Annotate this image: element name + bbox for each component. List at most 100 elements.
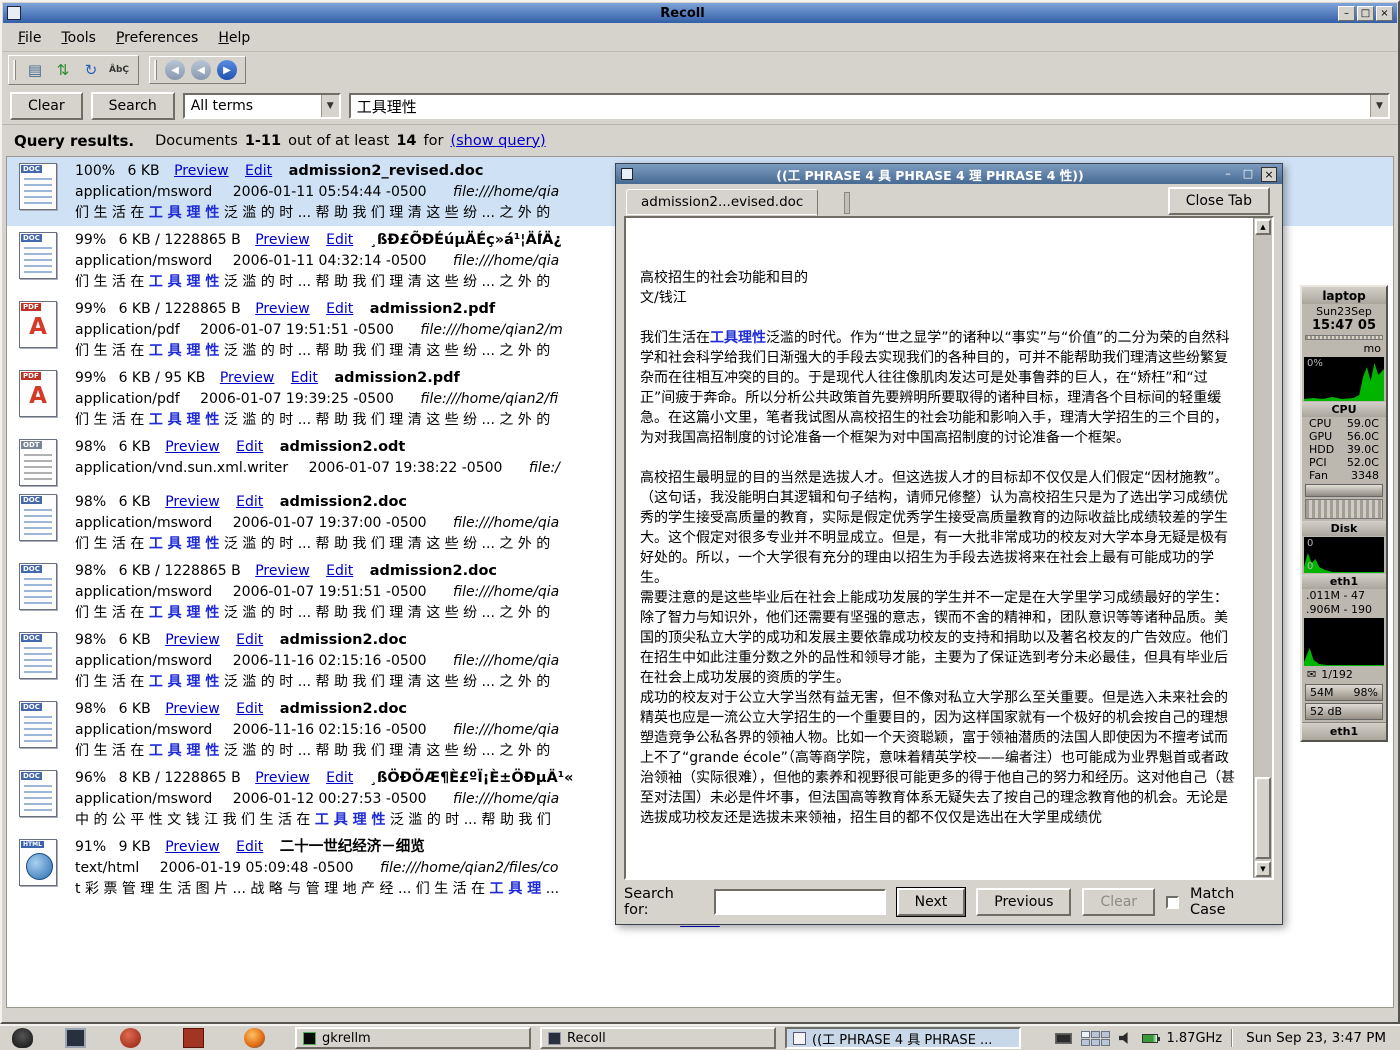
snippet-pre: 们 生 活 在 [75, 412, 149, 428]
clear-button[interactable]: Clear [10, 92, 83, 120]
preview-minimize-button[interactable]: – [1221, 167, 1235, 182]
query-details-icon[interactable]: ▤ [24, 59, 46, 81]
fan-slider[interactable] [1305, 484, 1383, 497]
keyboard-icon[interactable] [1055, 1033, 1072, 1044]
scroll-up-icon[interactable]: ▲ [1255, 219, 1271, 235]
match-case-checkbox[interactable] [1166, 896, 1179, 909]
results-header-range: 1-11 [245, 133, 281, 149]
preview-link[interactable]: Preview [165, 439, 220, 455]
edit-link[interactable]: Edit [326, 301, 353, 317]
sort-icon[interactable]: ⇅ [52, 59, 74, 81]
taskbar-task-button[interactable]: Recoll [540, 1027, 776, 1049]
volume-meter[interactable]: 52 dB [1305, 703, 1383, 720]
edit-link[interactable]: Edit [236, 839, 263, 855]
preview-link[interactable]: Preview [255, 563, 310, 579]
preview-link[interactable]: Preview [165, 839, 220, 855]
edit-link[interactable]: Edit [245, 163, 272, 179]
result-filename: ¸ßÐ£ÕÐÉúµÄÉç»á¹¦ÄܺÍÄ¿ [370, 232, 562, 248]
preview-tab[interactable]: admission2...evised.doc [626, 189, 818, 216]
pager-icon[interactable] [1081, 1031, 1110, 1046]
edit-link[interactable]: Edit [326, 770, 353, 786]
titlebar[interactable]: Recoll – □ × [3, 3, 1397, 23]
firefox-icon[interactable] [244, 1028, 265, 1048]
preview-close-button[interactable]: × [1261, 167, 1277, 182]
preview-text-area: 高校招生的社会功能和目的文/钱江我们生活在工具理性泛滥的时代。作为“世之显学”的… [624, 216, 1274, 880]
scrollbar-thumb[interactable] [1255, 777, 1271, 859]
edit-link[interactable]: Edit [236, 494, 263, 510]
find-previous-button[interactable]: Previous [976, 888, 1071, 916]
preview-link[interactable]: Preview [174, 163, 229, 179]
edit-link[interactable]: Edit [236, 439, 263, 455]
menu-preferences[interactable]: Preferences [106, 26, 208, 50]
search-input[interactable] [351, 97, 1370, 115]
taskbar-clock[interactable]: Sun Sep 23, 3:47 PM [1242, 1030, 1390, 1046]
pager-cell[interactable] [1081, 1031, 1090, 1038]
menu-file[interactable]: File [8, 26, 51, 50]
show-query-link[interactable]: (show query) [450, 133, 545, 149]
next-page-icon[interactable]: ▶ [217, 60, 237, 80]
close-button[interactable]: × [1376, 6, 1393, 21]
memory-meter[interactable]: 54M 98% [1305, 684, 1383, 701]
prev-page-icon[interactable]: ◀ [191, 60, 211, 80]
pager-cell[interactable] [1091, 1031, 1100, 1038]
file-type-icon [19, 839, 57, 886]
browser-red-icon[interactable] [120, 1028, 141, 1048]
snippet-highlight: 工 具 理 性 [149, 743, 220, 759]
edit-link[interactable]: Edit [291, 370, 318, 386]
pager-cell[interactable] [1091, 1039, 1100, 1046]
net-chart [1304, 618, 1384, 666]
edit-link[interactable]: Edit [236, 632, 263, 648]
gkrellm-monitor[interactable]: laptop Sun23Sep 15:47 05 mo 0% CPU CPU 5… [1300, 285, 1388, 742]
taskbar-task-button[interactable]: gkrellm [295, 1027, 531, 1049]
match-case-label: Match Case [1190, 886, 1274, 918]
fan-row: Fan 3348 [1302, 469, 1386, 482]
search-mode-value: All terms [191, 98, 253, 114]
preview-link[interactable]: Preview [165, 632, 220, 648]
find-clear-button[interactable]: Clear [1082, 888, 1155, 916]
pager-cell[interactable] [1101, 1031, 1110, 1038]
preview-scrollbar[interactable]: ▲ ▼ [1253, 218, 1272, 878]
task-icon [548, 1032, 561, 1045]
toolbar-grip[interactable] [154, 60, 157, 80]
find-input[interactable] [714, 889, 886, 915]
toolbar-grip[interactable] [13, 60, 16, 80]
pager-cell[interactable] [1101, 1039, 1110, 1046]
preview-link[interactable]: Preview [165, 701, 220, 717]
term-explorer-icon[interactable]: ÂbÇ [108, 59, 130, 81]
pager-cell[interactable] [1081, 1039, 1090, 1046]
preview-maximize-button[interactable]: □ [1241, 167, 1255, 182]
preview-link[interactable]: Preview [165, 494, 220, 510]
maximize-button[interactable]: □ [1357, 6, 1374, 21]
reload-icon[interactable]: ↻ [80, 59, 102, 81]
result-mime: application/pdf [75, 391, 180, 407]
volume-icon[interactable] [1119, 1031, 1133, 1045]
terminal-icon[interactable] [65, 1028, 86, 1048]
edit-link[interactable]: Edit [326, 563, 353, 579]
scroll-down-icon[interactable]: ▼ [1255, 861, 1271, 877]
taskbar-task-button[interactable]: ((工 PHRASE 4 具 PHRASE ... [785, 1027, 1021, 1049]
result-filename: admission2.doc [280, 494, 407, 510]
history-dropdown-icon[interactable]: ▼ [1370, 95, 1388, 117]
preview-link[interactable]: Preview [255, 301, 310, 317]
menu-tools[interactable]: Tools [51, 26, 106, 50]
find-next-button[interactable]: Next [897, 888, 966, 916]
menu-help[interactable]: Help [208, 26, 260, 50]
penguin-icon[interactable] [12, 1028, 33, 1048]
tab-scroll-handle[interactable] [844, 192, 850, 214]
preview-link[interactable]: Preview [220, 370, 275, 386]
preview-link[interactable]: Preview [255, 770, 310, 786]
close-tab-button[interactable]: Close Tab [1168, 187, 1270, 215]
first-page-icon[interactable]: ◀ [165, 60, 185, 80]
preview-text[interactable]: 高校招生的社会功能和目的文/钱江我们生活在工具理性泛滥的时代。作为“世之显学”的… [626, 218, 1253, 878]
preview-titlebar[interactable]: ((工 PHRASE 4 具 PHRASE 4 理 PHRASE 4 性)) –… [616, 164, 1282, 184]
edit-link[interactable]: Edit [236, 701, 263, 717]
preview-link[interactable]: Preview [255, 232, 310, 248]
minimize-button[interactable]: – [1338, 6, 1355, 21]
package-icon[interactable] [183, 1028, 204, 1048]
edit-link[interactable]: Edit [326, 232, 353, 248]
snippet-post: 泛 滥 的 时 ... 帮 助 我 们 理 清 这 些 纷 ... 之 外 的 [219, 674, 550, 690]
result-filename: 二十一世纪经济－细览 [280, 839, 425, 855]
battery-icon[interactable] [1142, 1034, 1158, 1043]
search-button[interactable]: Search [91, 92, 175, 120]
search-mode-select[interactable]: All terms ▼ [183, 93, 341, 119]
